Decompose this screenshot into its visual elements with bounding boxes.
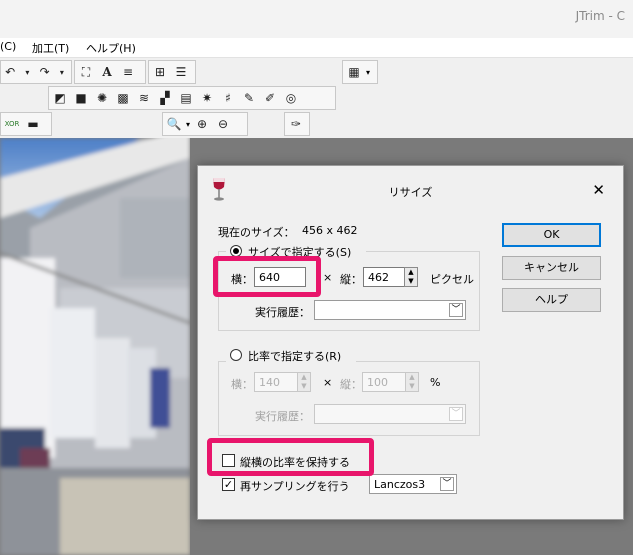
size-height-spinner[interactable]: ▲ ▼: [404, 267, 418, 287]
grid-dropdown-group: ▦ ▾: [342, 60, 378, 84]
ratio-group-header: 比率で指定する(R): [226, 348, 356, 364]
current-size-value: 456 x 462: [302, 224, 358, 237]
align-icon[interactable]: ≡: [119, 63, 137, 81]
current-size-label: 現在のサイズ：: [218, 226, 295, 239]
zoom-in-icon[interactable]: ⊕: [193, 115, 211, 133]
resample-label[interactable]: 再サンプリングを行う: [240, 478, 350, 494]
toolbar-row-1: ↶ ▾ ↷ ▾ ⛶ A ≡ ⊞ ☰ ▦ ▾: [0, 58, 633, 86]
grid-icon[interactable]: ▦: [345, 63, 363, 81]
menu-item-edit-process[interactable]: 加工(T): [32, 40, 69, 56]
ratio-width-label: 横：: [231, 378, 253, 391]
sparkle-icon[interactable]: ✷: [198, 89, 216, 107]
zoom-out-icon[interactable]: ⊖: [214, 115, 232, 133]
text-tools-group: ⛶ A ≡: [74, 60, 146, 84]
checker-icon[interactable]: ▞: [156, 89, 174, 107]
close-icon[interactable]: ✕: [592, 181, 605, 199]
ratio-mode-label[interactable]: 比率で指定する(R): [248, 348, 341, 364]
ok-button[interactable]: OK: [502, 223, 601, 247]
undo-dropdown-icon[interactable]: ▾: [20, 63, 34, 81]
size-height-input[interactable]: 462: [363, 267, 405, 287]
toolbar-row-3: XOR ▬ 🔍 ▾ ⊕ ⊖ ✑: [0, 112, 633, 138]
undo-icon[interactable]: ↶: [3, 63, 17, 81]
menu-item-view[interactable]: (C): [0, 40, 16, 53]
size-times-label: ×: [323, 271, 333, 284]
grid-dropdown-icon[interactable]: ▾: [366, 68, 370, 77]
sun-burst-icon[interactable]: ✺: [93, 89, 111, 107]
dialog-title: リサイズ: [388, 186, 433, 199]
ratio-width-input[interactable]: 140: [254, 372, 298, 392]
ratio-unit-label: %: [430, 376, 441, 389]
clipboard-icon[interactable]: ✐: [261, 89, 279, 107]
size-history-select[interactable]: ﹀: [314, 300, 466, 320]
dither-icon[interactable]: ▩: [114, 89, 132, 107]
xor-icon[interactable]: XOR: [3, 115, 21, 133]
spiral-icon[interactable]: ◎: [282, 89, 300, 107]
redo-dropdown-icon[interactable]: ▾: [55, 63, 69, 81]
chevron-down-icon: ﹀: [440, 477, 454, 491]
ratio-height-label: 縦：: [340, 378, 362, 391]
mosaic-icon[interactable]: ▬: [24, 115, 42, 133]
toolbar-row-2: ◩ ■ ✺ ▩ ≋ ▞ ▤ ✷ ♯ ✎ ✐ ◎: [0, 86, 633, 112]
undo-redo-group: ↶ ▾ ↷ ▾: [0, 60, 72, 84]
grid-view-icon[interactable]: ⊞: [151, 63, 169, 81]
menu-item-help[interactable]: ヘルプ(H): [86, 40, 136, 56]
layout-tools-group: ⊞ ☰: [148, 60, 196, 84]
contrast-icon[interactable]: ◩: [51, 89, 69, 107]
zoom-tools-group: 🔍 ▾ ⊕ ⊖: [162, 112, 248, 136]
photo-image: [0, 138, 190, 555]
size-height-label: 縦：: [340, 273, 362, 286]
zoom-icon[interactable]: 🔍: [165, 115, 183, 133]
crop-icon[interactable]: ⛶: [77, 63, 95, 81]
highlight-keep-ratio: [207, 438, 374, 476]
cancel-button[interactable]: キャンセル: [502, 256, 601, 280]
ratio-mode-radio[interactable]: [230, 349, 242, 361]
ratio-height-spinner[interactable]: ▲ ▼: [405, 372, 419, 392]
menu-bar: (C) 加工(T) ヘルプ(H): [0, 38, 633, 58]
ratio-history-label: 実行履歴：: [255, 410, 310, 423]
chevron-down-icon: ﹀: [449, 407, 463, 421]
pen-icon[interactable]: ✎: [240, 89, 258, 107]
xor-tools-group: XOR ▬: [0, 112, 52, 136]
resample-method-value: Lanczos3: [374, 478, 426, 491]
title-bar: JTrim - C: [0, 0, 633, 38]
eyedropper-group: ✑: [284, 112, 310, 136]
ratio-width-spinner[interactable]: ▲ ▼: [297, 372, 311, 392]
size-history-label: 実行履歴：: [255, 306, 310, 319]
redo-icon[interactable]: ↷: [38, 63, 52, 81]
hatch-icon[interactable]: ♯: [219, 89, 237, 107]
brick-icon[interactable]: ▤: [177, 89, 195, 107]
size-unit-label: ピクセル: [430, 273, 474, 286]
highlight-width-input: [213, 256, 321, 297]
text-icon[interactable]: A: [98, 63, 116, 81]
wave-icon[interactable]: ≋: [135, 89, 153, 107]
resample-method-select[interactable]: Lanczos3 ﹀: [369, 474, 457, 494]
ratio-times-label: ×: [323, 376, 333, 389]
ratio-history-select[interactable]: ﹀: [314, 404, 466, 424]
app-title: JTrim - C: [575, 9, 625, 23]
zoom-dropdown-icon[interactable]: ▾: [186, 120, 190, 129]
eyedropper-icon[interactable]: ✑: [287, 115, 305, 133]
gray-icon[interactable]: ■: [72, 89, 90, 107]
resample-checkbox[interactable]: ✓: [222, 478, 235, 491]
filter-tools-group: ◩ ■ ✺ ▩ ≋ ▞ ▤ ✷ ♯ ✎ ✐ ◎: [48, 86, 336, 110]
filmstrip-icon[interactable]: ☰: [172, 63, 190, 81]
ratio-height-input[interactable]: 100: [362, 372, 406, 392]
help-button[interactable]: ヘルプ: [502, 288, 601, 312]
chevron-down-icon: ﹀: [449, 303, 463, 317]
